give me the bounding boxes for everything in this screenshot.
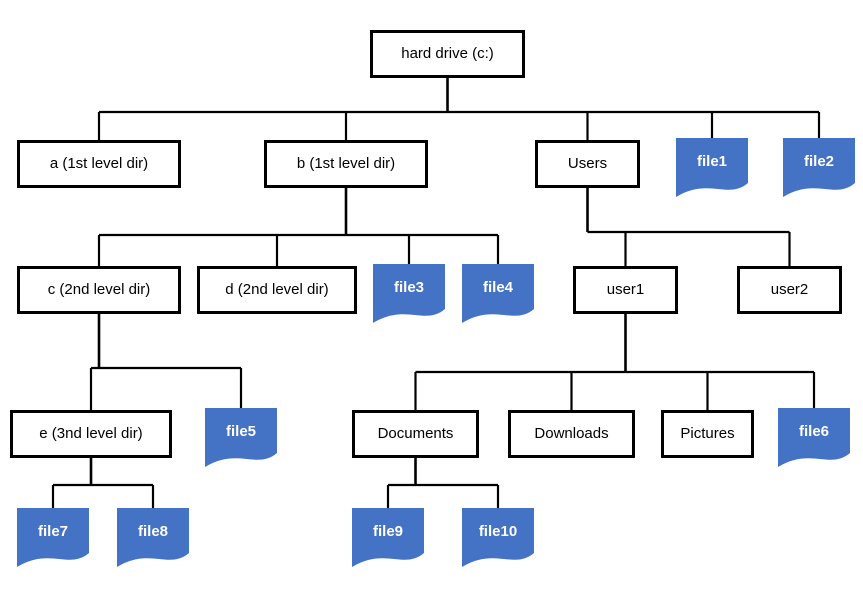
- node-label-file5: file5: [225, 422, 256, 440]
- node-label-file9: file9: [372, 522, 403, 540]
- folder-node-b[interactable]: b (1st level dir): [264, 140, 428, 188]
- node-label-a: a (1st level dir): [49, 154, 149, 172]
- file-node-file1[interactable]: file1: [676, 138, 748, 200]
- node-label-user1: user1: [606, 280, 645, 298]
- file-node-file4[interactable]: file4: [462, 264, 534, 326]
- folder-node-pictures[interactable]: Pictures: [661, 410, 754, 458]
- file-node-file10[interactable]: file10: [462, 508, 534, 570]
- file-node-file9[interactable]: file9: [352, 508, 424, 570]
- folder-node-e[interactable]: e (3nd level dir): [10, 410, 172, 458]
- node-label-file2: file2: [803, 152, 834, 170]
- file-system-tree-diagram: hard drive (c:) a (1st level dir) b (1st l…: [0, 0, 863, 601]
- folder-node-d[interactable]: d (2nd level dir): [197, 266, 357, 314]
- node-label-users: Users: [567, 154, 608, 172]
- file-node-file3[interactable]: file3: [373, 264, 445, 326]
- node-label-b: b (1st level dir): [296, 154, 396, 172]
- file-node-file2[interactable]: file2: [783, 138, 855, 200]
- node-label-documents: Documents: [377, 424, 454, 442]
- file-node-file6[interactable]: file6: [778, 408, 850, 470]
- node-label-file10: file10: [478, 522, 518, 540]
- node-label-file1: file1: [696, 152, 727, 170]
- node-label-user2: user2: [770, 280, 809, 298]
- node-label-pictures: Pictures: [680, 424, 735, 442]
- folder-node-users[interactable]: Users: [535, 140, 640, 188]
- file-node-file8[interactable]: file8: [117, 508, 189, 570]
- folder-node-user2[interactable]: user2: [737, 266, 842, 314]
- node-label-downloads: Downloads: [534, 424, 609, 442]
- node-label-d: d (2nd level dir): [225, 280, 329, 298]
- folder-node-documents[interactable]: Documents: [352, 410, 479, 458]
- node-label-file6: file6: [798, 422, 829, 440]
- folder-node-c[interactable]: c (2nd level dir): [17, 266, 181, 314]
- folder-node-user1[interactable]: user1: [573, 266, 678, 314]
- file-node-file7[interactable]: file7: [17, 508, 89, 570]
- node-label-file3: file3: [393, 278, 424, 296]
- folder-node-downloads[interactable]: Downloads: [508, 410, 635, 458]
- file-node-file5[interactable]: file5: [205, 408, 277, 470]
- node-label-e: e (3nd level dir): [39, 424, 143, 442]
- node-label-c: c (2nd level dir): [47, 280, 151, 298]
- node-label-file8: file8: [137, 522, 168, 540]
- node-label-root: hard drive (c:): [401, 44, 494, 62]
- node-label-file4: file4: [482, 278, 513, 296]
- node-label-file7: file7: [37, 522, 68, 540]
- folder-node-root[interactable]: hard drive (c:): [370, 30, 525, 78]
- folder-node-a[interactable]: a (1st level dir): [17, 140, 181, 188]
